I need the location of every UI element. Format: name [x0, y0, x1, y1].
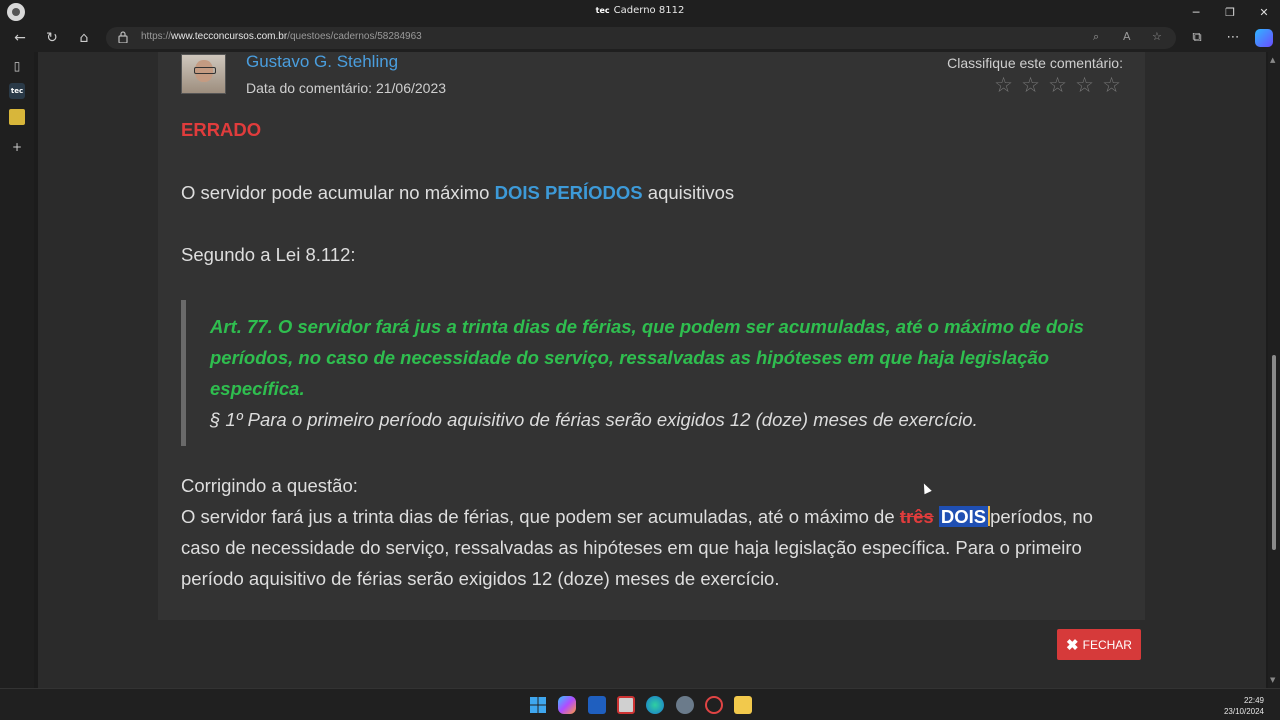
rating-stars: ☆ ☆ ☆ ☆ ☆: [992, 73, 1123, 97]
selected-word[interactable]: DOIS: [938, 506, 989, 527]
window-titlebar: tec Caderno 8112 ─ ❐ ✕: [0, 0, 1280, 24]
lock-icon: [118, 31, 128, 43]
law-intro: Segundo a Lei 8.112:: [181, 244, 356, 265]
zoom-icon[interactable]: ⌕: [1093, 30, 1099, 44]
windows-start-icon[interactable]: [529, 696, 547, 714]
rate-label: Classifique este comentário:: [947, 55, 1123, 71]
settings-gear-icon[interactable]: [676, 696, 694, 714]
author-name[interactable]: Gustavo G. Stehling: [246, 52, 398, 72]
read-aloud-icon[interactable]: A: [1123, 30, 1131, 43]
favorite-star-icon[interactable]: ☆: [1152, 30, 1162, 43]
comment-date: Data do comentário: 21/06/2023: [246, 80, 447, 96]
star-icon[interactable]: ☆: [1019, 73, 1042, 97]
scroll-up-icon[interactable]: ▲: [1270, 56, 1275, 64]
tec-logo-icon: tec: [595, 6, 610, 15]
star-icon[interactable]: ☆: [992, 73, 1015, 97]
back-icon[interactable]: ←: [9, 28, 31, 48]
extensions-icon[interactable]: ⧉: [1187, 28, 1207, 48]
scroll-down-icon[interactable]: ▼: [1270, 676, 1275, 684]
copilot-app-icon[interactable]: [558, 696, 576, 714]
app-clock-icon[interactable]: [705, 696, 723, 714]
system-clock[interactable]: 22:49 23/10/2024: [1224, 695, 1264, 717]
tab-actions-icon[interactable]: ▯: [9, 58, 25, 74]
window-title: tec Caderno 8112: [595, 5, 685, 16]
star-icon[interactable]: ☆: [1100, 73, 1123, 97]
close-x-icon: ✖: [1066, 636, 1079, 654]
star-icon[interactable]: ☆: [1073, 73, 1096, 97]
browser-toolbar: ← ↻ ⌂ https://www.tecconcursos.com.br/qu…: [0, 24, 1280, 52]
vertical-tabs-sidebar: ▯ tec +: [0, 52, 34, 688]
comment-card: Gustavo G. Stehling Data do comentário: …: [158, 52, 1145, 620]
taskbar: 22:49 23/10/2024: [0, 688, 1280, 720]
page-scrollbar[interactable]: ▲ ▼: [1268, 52, 1280, 688]
tab-tec-icon[interactable]: tec: [9, 83, 25, 99]
star-icon[interactable]: ☆: [1046, 73, 1069, 97]
address-bar[interactable]: https://www.tecconcursos.com.br/questoes…: [106, 27, 1176, 49]
verdict-label: ERRADO: [181, 119, 262, 140]
struck-word: três: [899, 506, 934, 527]
restore-icon[interactable]: ❐: [1213, 0, 1247, 24]
snipping-tool-icon[interactable]: [617, 696, 635, 714]
copilot-icon[interactable]: [1255, 29, 1273, 47]
quote-paragraph: § 1º Para o primeiro período aquisitivo …: [210, 409, 978, 430]
word-icon[interactable]: [588, 696, 606, 714]
url-text: https://www.tecconcursos.com.br/questoes…: [141, 31, 422, 42]
reload-icon[interactable]: ↻: [41, 28, 63, 48]
more-menu-icon[interactable]: ⋯: [1223, 28, 1243, 48]
scroll-thumb[interactable]: [1272, 355, 1276, 550]
home-icon[interactable]: ⌂: [73, 28, 95, 48]
file-explorer-icon[interactable]: [734, 696, 752, 714]
correction-text: O servidor fará jus a trinta dias de fér…: [181, 506, 1093, 589]
minimize-icon[interactable]: ─: [1179, 0, 1213, 24]
summary-line: O servidor pode acumular no máximo DOIS …: [181, 182, 735, 203]
author-avatar: [181, 54, 226, 94]
close-button[interactable]: ✖ FECHAR: [1057, 629, 1141, 660]
highlight-dois-periodos: DOIS PERÍODOS: [494, 182, 643, 203]
correction-title: Corrigindo a questão:: [181, 475, 358, 496]
edge-icon[interactable]: [646, 696, 664, 714]
quote-article: Art. 77. O servidor fará jus a trinta di…: [210, 316, 1084, 399]
close-window-icon[interactable]: ✕: [1247, 0, 1280, 24]
page-content: Gustavo G. Stehling Data do comentário: …: [38, 52, 1266, 688]
law-quote: Art. 77. O servidor fará jus a trinta di…: [181, 300, 1111, 446]
new-tab-icon[interactable]: +: [9, 139, 25, 155]
tab-chart-icon[interactable]: [9, 109, 25, 125]
